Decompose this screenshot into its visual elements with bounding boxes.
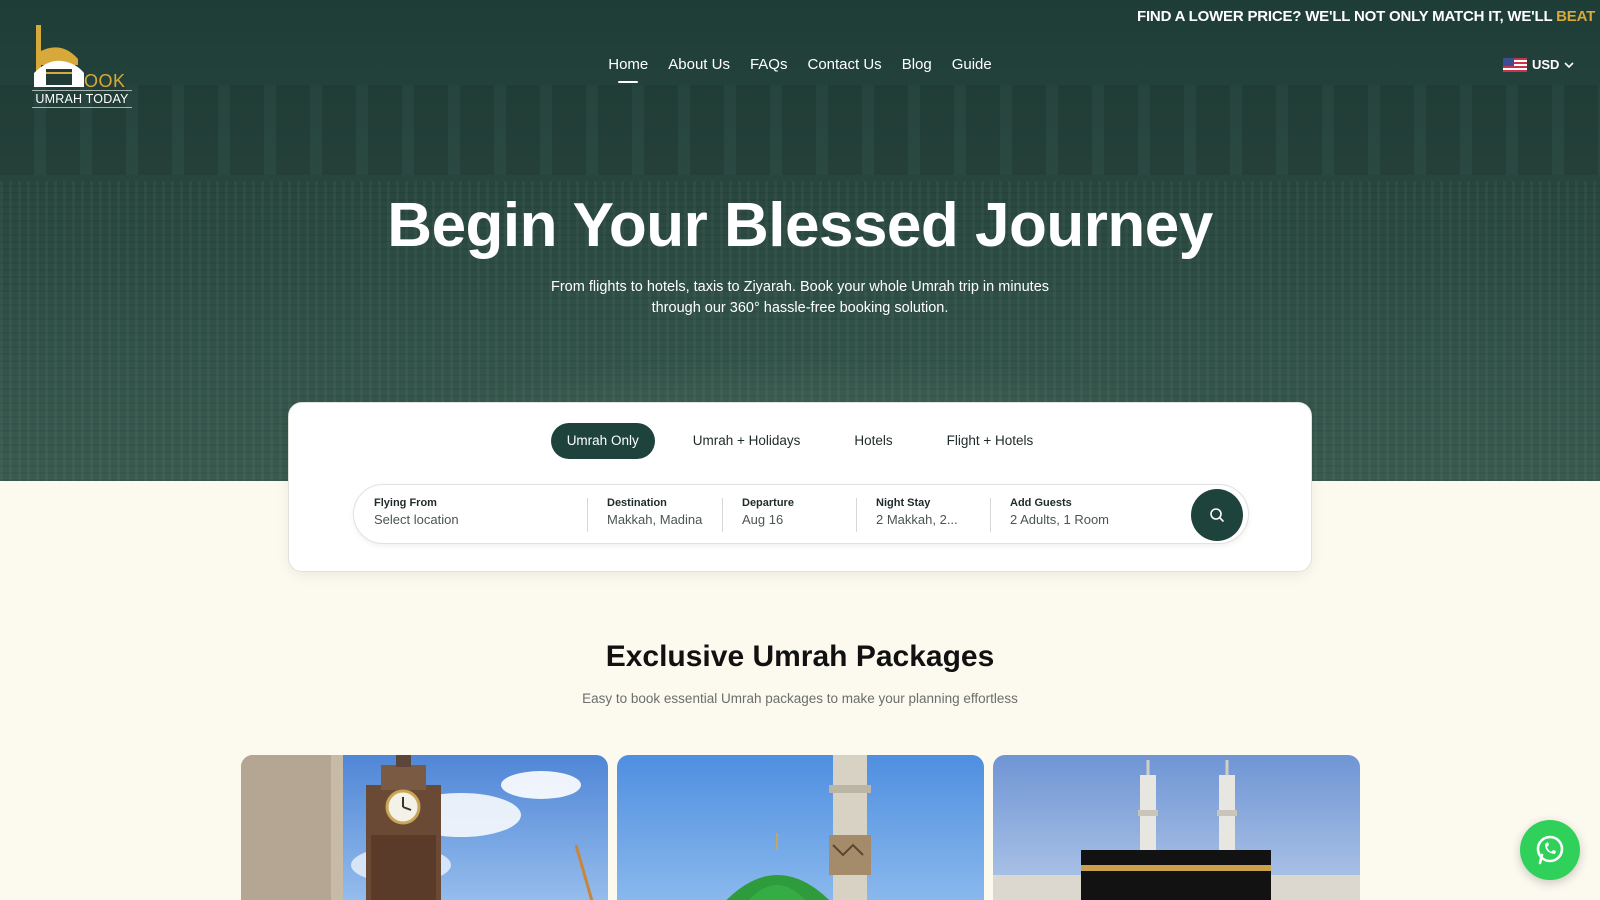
package-card-green-dome[interactable]	[617, 755, 984, 900]
flying-from-value: Select location	[374, 512, 459, 527]
kaaba-image	[993, 755, 1360, 900]
chevron-down-icon	[1564, 61, 1575, 68]
night-stay-field[interactable]: Night Stay 2 Makkah, 2...	[856, 497, 990, 533]
departure-value: Aug 16	[742, 512, 784, 527]
packages-subtitle: Easy to book essential Umrah packages to…	[582, 691, 1018, 706]
nav-blog[interactable]: Blog	[902, 56, 932, 79]
search-fields: Flying From Select location Destination …	[353, 484, 1249, 544]
hero-subtitle: From flights to hotels, taxis to Ziyarah…	[500, 277, 1100, 319]
guests-label: Add Guests	[1010, 497, 1072, 509]
announcement-banner: FIND A LOWER PRICE? WE'LL NOT ONLY MATCH…	[1137, 8, 1600, 28]
package-card-kaaba[interactable]	[993, 755, 1360, 900]
hero-subtitle-line2: through our 360° hassle-free booking sol…	[651, 300, 949, 316]
announcement-text: FIND A LOWER PRICE? WE'LL NOT ONLY MATCH…	[1137, 8, 1553, 25]
hero-arches-background	[0, 85, 1600, 175]
tab-umrah-only[interactable]: Umrah Only	[550, 423, 655, 459]
main-nav: Home About Us FAQs Contact Us Blog Guide	[0, 56, 1600, 79]
currency-selector[interactable]: USD	[1503, 57, 1575, 72]
destination-field[interactable]: Destination Makkah, Madina	[587, 497, 722, 533]
search-card: Umrah Only Umrah + Holidays Hotels Fligh…	[288, 402, 1312, 572]
flying-from-field[interactable]: Flying From Select location	[354, 497, 587, 533]
tab-hotels[interactable]: Hotels	[838, 423, 908, 459]
destination-value: Makkah, Madina	[607, 512, 703, 527]
search-button[interactable]	[1191, 489, 1243, 541]
nav-faqs[interactable]: FAQs	[750, 56, 788, 79]
search-icon	[1210, 508, 1224, 522]
flying-from-label: Flying From	[374, 497, 437, 509]
nav-guide[interactable]: Guide	[952, 56, 992, 79]
hero-title: Begin Your Blessed Journey	[387, 191, 1213, 260]
announcement-accent: BEAT	[1556, 8, 1596, 25]
destination-label: Destination	[607, 497, 667, 509]
packages-title: Exclusive Umrah Packages	[605, 640, 995, 673]
logo-subtitle: UMRAH TODAY	[32, 90, 132, 108]
nav-home[interactable]: Home	[608, 56, 648, 79]
nav-about-us[interactable]: About Us	[668, 56, 730, 79]
guests-value: 2 Adults, 1 Room	[1010, 512, 1109, 527]
tab-umrah-holidays[interactable]: Umrah + Holidays	[677, 423, 817, 459]
night-stay-label: Night Stay	[876, 497, 931, 509]
green-dome-image	[617, 755, 984, 900]
departure-field[interactable]: Departure Aug 16	[722, 497, 856, 533]
package-card-clock-tower[interactable]	[241, 755, 608, 900]
us-flag-icon	[1503, 57, 1527, 72]
night-stay-value: 2 Makkah, 2...	[876, 512, 958, 527]
hero-subtitle-line1: From flights to hotels, taxis to Ziyarah…	[550, 279, 1050, 295]
guests-field[interactable]: Add Guests 2 Adults, 1 Room	[990, 497, 1170, 533]
currency-code: USD	[1532, 57, 1560, 72]
whatsapp-icon	[1536, 835, 1564, 865]
nav-contact-us[interactable]: Contact Us	[807, 56, 881, 79]
whatsapp-chat-button[interactable]	[1520, 820, 1580, 880]
tab-flight-hotels[interactable]: Flight + Hotels	[931, 423, 1050, 459]
booking-tabs: Umrah Only Umrah + Holidays Hotels Fligh…	[289, 423, 1311, 459]
clock-tower-image	[241, 755, 608, 900]
departure-label: Departure	[742, 497, 794, 509]
